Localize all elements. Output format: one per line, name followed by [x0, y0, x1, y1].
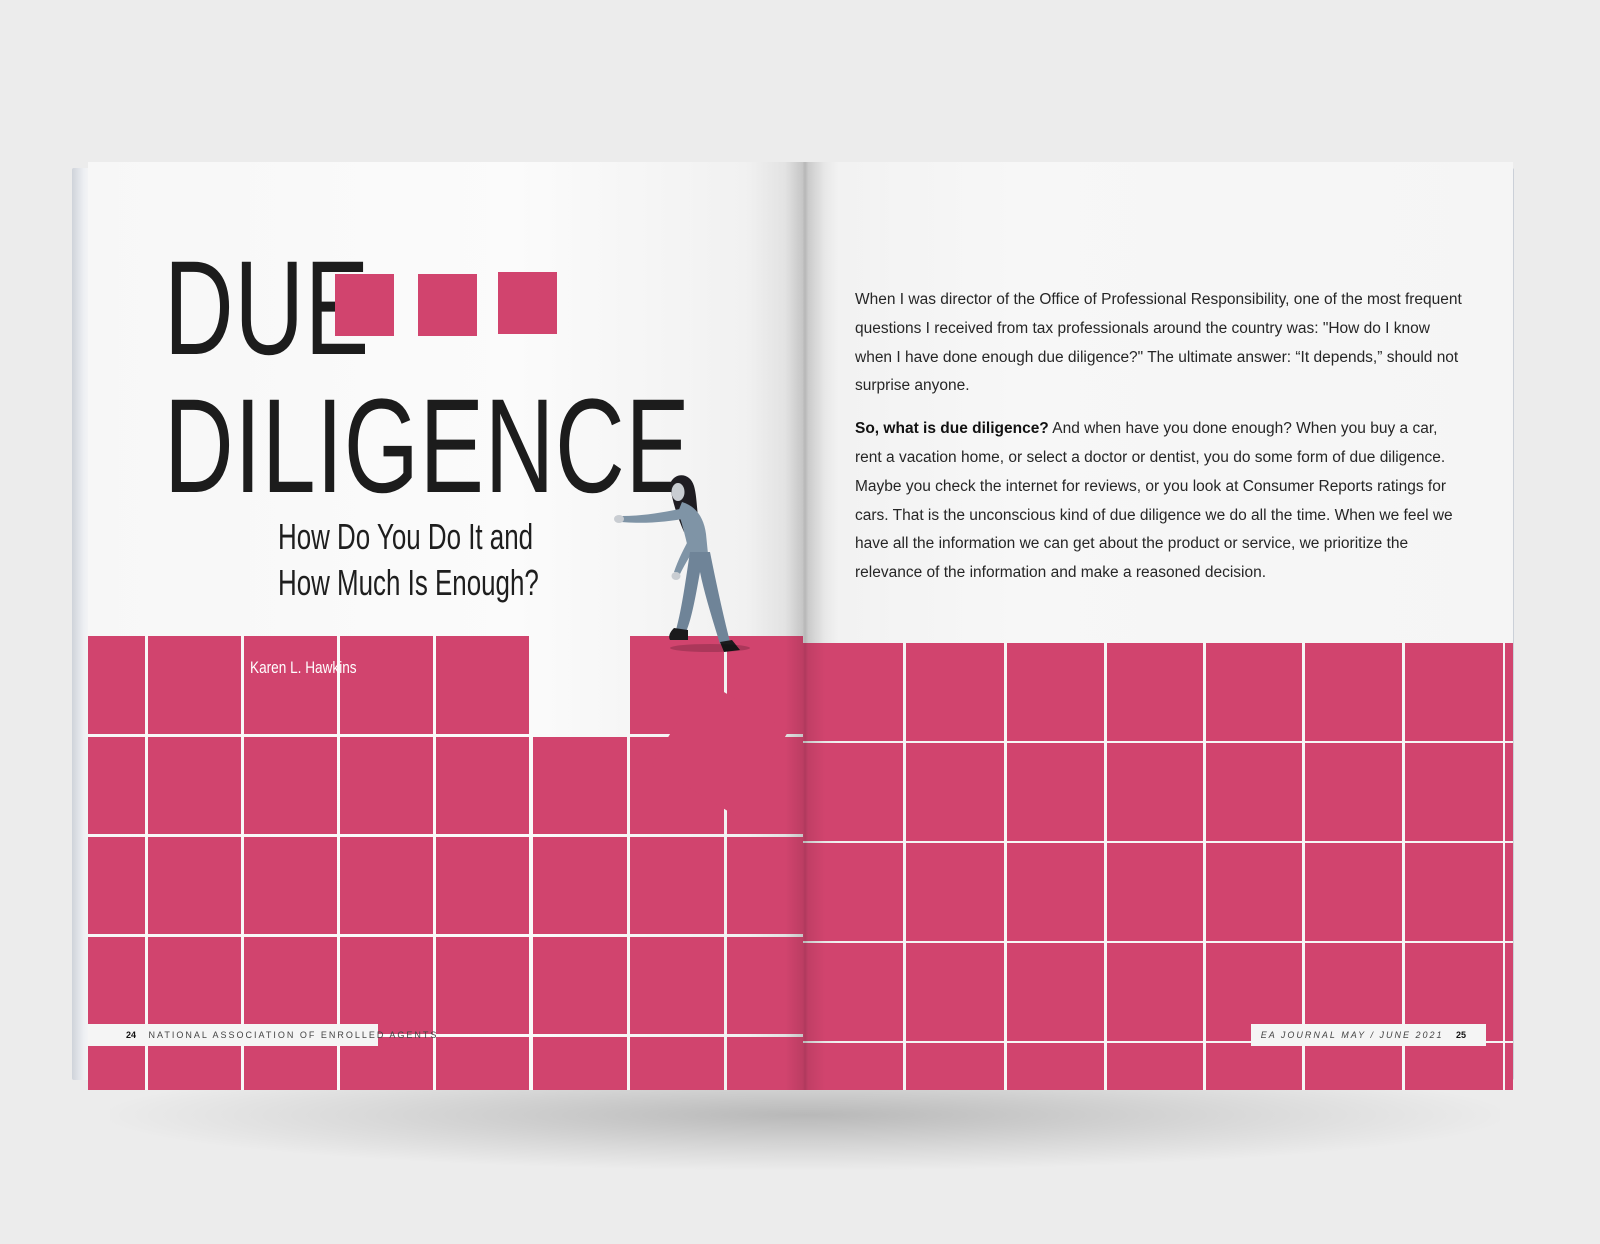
page-number-left: 24: [126, 1030, 137, 1040]
grid-tile: [1107, 643, 1203, 741]
grid-tile: [906, 743, 1004, 841]
grid-tile: [803, 843, 903, 941]
grid-tile: [1107, 743, 1203, 841]
page-number-right: 25: [1455, 1030, 1466, 1040]
grid-tile: [1505, 643, 1513, 741]
journal-name: EA JOURNAL: [1260, 1030, 1337, 1040]
paragraph-2-body: And when have you done enough? When you …: [855, 420, 1453, 582]
grid-tile: [1505, 943, 1513, 1041]
grid-tile: [803, 643, 903, 741]
grid-tile: [1007, 843, 1104, 941]
grid-tile: [1107, 1043, 1203, 1090]
grid-tile: [1007, 743, 1104, 841]
grid-tile: [1405, 1043, 1503, 1090]
byline: Karen L. Hawkins: [250, 658, 357, 677]
grid-tile: [1107, 943, 1203, 1041]
left-page: DUE DILIGENCE How Do You Do It and How M…: [88, 162, 803, 1090]
paragraph-2: So, what is due diligence? And when have…: [855, 415, 1465, 588]
grid-tile: [1107, 843, 1203, 941]
grid-tile: [803, 943, 903, 1041]
grid-tile: [1007, 1043, 1104, 1090]
grid-tile: [803, 743, 903, 841]
grid-tile: [1007, 943, 1104, 1041]
grid-tile: [1505, 743, 1513, 841]
grid-tile: [906, 643, 1004, 741]
issue-date: MAY / JUNE 2021: [1341, 1030, 1444, 1040]
grid-tile: [1305, 743, 1402, 841]
grid-tile: [1206, 743, 1302, 841]
footer-left: 24 NATIONAL ASSOCIATION OF ENROLLED AGEN…: [88, 1024, 436, 1046]
grid-tile: [1505, 843, 1513, 941]
grid-tile: [906, 943, 1004, 1041]
grid-tile: [1206, 1043, 1302, 1090]
grid-tile: [1206, 643, 1302, 741]
grid-tile: [1305, 843, 1402, 941]
publisher-name: NATIONAL ASSOCIATION OF ENROLLED AGENTS: [148, 1030, 439, 1040]
grid-tile: [906, 1043, 1004, 1090]
grid-tile: [1405, 843, 1503, 941]
grid-tile: [803, 1043, 903, 1090]
paragraph-2-lead: So, what is due diligence?: [855, 420, 1049, 438]
right-page: When I was director of the Office of Pro…: [803, 162, 1513, 1090]
grid-tile: [1007, 643, 1104, 741]
grid-tile: [1405, 743, 1503, 841]
footer-right: EA JOURNAL MAY / JUNE 2021 25: [1251, 1024, 1486, 1046]
grid-tile: [1405, 643, 1503, 741]
grid-tile: [1305, 643, 1402, 741]
grid-tile: [906, 843, 1004, 941]
grid-tile: [1505, 1043, 1513, 1090]
article-body: When I was director of the Office of Pro…: [855, 286, 1465, 602]
woman-figure-illustration: [614, 475, 750, 652]
paragraph-1: When I was director of the Office of Pro…: [855, 291, 1462, 395]
grid-tile: [1305, 1043, 1402, 1090]
grid-tile: [1206, 843, 1302, 941]
